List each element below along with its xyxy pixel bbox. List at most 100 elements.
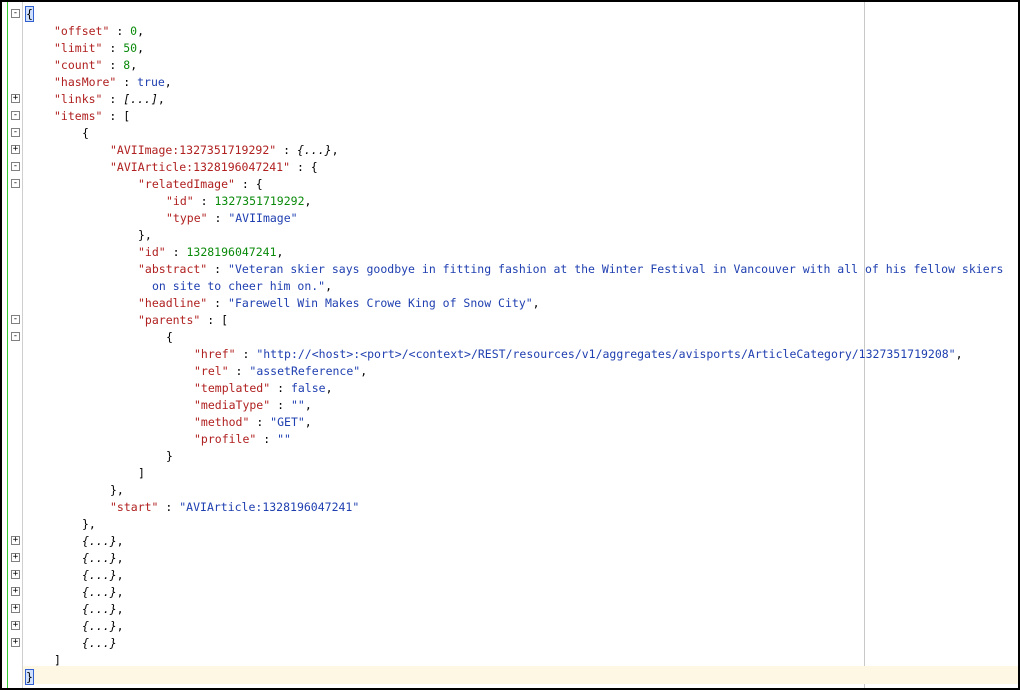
json-string: "AVIArticle:1328196047241"	[179, 500, 360, 514]
code-line[interactable]: "profile" : ""	[2, 431, 1018, 448]
code-line[interactable]: - "relatedImage" : {	[2, 176, 1018, 193]
json-string: on site to cheer him on."	[152, 279, 326, 293]
code-line[interactable]: + {...}	[2, 635, 1018, 652]
code-line[interactable]: "type" : "AVIImage"	[2, 210, 1018, 227]
expand-fold-icon[interactable]: +	[11, 145, 20, 154]
code-text: on site to cheer him on.",	[152, 278, 332, 295]
collapse-fold-icon[interactable]: -	[11, 162, 20, 171]
code-line[interactable]: + {...},	[2, 533, 1018, 550]
code-line[interactable]: -{	[2, 329, 1018, 346]
code-line[interactable]: -{	[2, 125, 1018, 142]
code-line[interactable]: "limit" : 50,	[2, 40, 1018, 57]
collapsed-block[interactable]: [...]	[123, 92, 158, 106]
code-line[interactable]: + {...},	[2, 550, 1018, 567]
code-line[interactable]: + {...},	[2, 567, 1018, 584]
code-line[interactable]: }	[2, 448, 1018, 465]
expand-fold-icon[interactable]: +	[11, 587, 20, 596]
code-text: "abstract" : "Veteran skier says goodbye…	[138, 261, 1003, 278]
code-text: }	[25, 669, 34, 686]
collapse-fold-icon[interactable]: -	[11, 111, 20, 120]
collapsed-block[interactable]: {...}	[82, 568, 117, 582]
json-key: "AVIImage:1327351719292"	[110, 143, 277, 157]
code-line[interactable]: "id" : 1327351719292,	[2, 193, 1018, 210]
code-line[interactable]: },	[2, 516, 1018, 533]
code-text: }	[166, 448, 173, 465]
code-text: {...},	[82, 533, 124, 550]
code-line[interactable]: "start" : "AVIArticle:1328196047241"	[2, 499, 1018, 516]
code-line[interactable]: "hasMore" : true,	[2, 74, 1018, 91]
code-line[interactable]: -{	[2, 6, 1018, 23]
code-line[interactable]: },	[2, 227, 1018, 244]
code-line[interactable]: + {...},	[2, 618, 1018, 635]
json-editor[interactable]: -{"offset" : 0, "limit" : 50, "count" : 8,…	[0, 0, 1020, 690]
collapsed-block[interactable]: {...}	[297, 143, 332, 157]
json-punctuation: ]	[54, 653, 61, 667]
code-text: "items" : [	[54, 108, 130, 125]
json-punctuation: },	[138, 228, 152, 242]
code-line[interactable]: + "links" : [...],	[2, 91, 1018, 108]
expand-fold-icon[interactable]: +	[11, 638, 20, 647]
collapse-fold-icon[interactable]: -	[11, 179, 20, 188]
code-line[interactable]: "offset" : 0,	[2, 23, 1018, 40]
json-punctuation: ,	[304, 415, 312, 429]
code-line[interactable]: + {...},	[2, 584, 1018, 601]
code-text: "offset" : 0,	[54, 23, 144, 40]
collapsed-block[interactable]: {...}	[82, 585, 117, 599]
json-key: "offset"	[54, 24, 110, 38]
code-line[interactable]: "count" : 8,	[2, 57, 1018, 74]
expand-fold-icon[interactable]: +	[11, 604, 20, 613]
code-line[interactable]: "abstract" : "Veteran skier says goodbye…	[2, 261, 1018, 278]
code-line[interactable]: "templated" : false,	[2, 380, 1018, 397]
code-line[interactable]: - "AVIArticle:1328196047241" : {	[2, 159, 1018, 176]
json-punctuation: ,	[955, 347, 963, 361]
expand-fold-icon[interactable]: +	[11, 536, 20, 545]
collapsed-block[interactable]: {...}	[82, 602, 117, 616]
code-line[interactable]: on site to cheer him on.",	[2, 278, 1018, 295]
collapsed-block[interactable]: {...}	[82, 551, 117, 565]
code-line[interactable]: "href" : "http://<host>:<port>/<context>…	[2, 346, 1018, 363]
collapsed-block[interactable]: {...}	[82, 619, 117, 633]
expand-fold-icon[interactable]: +	[11, 553, 20, 562]
json-punctuation: {	[82, 126, 89, 140]
expand-fold-icon[interactable]: +	[11, 621, 20, 630]
expand-fold-icon[interactable]: +	[11, 570, 20, 579]
json-string: ""	[290, 398, 305, 412]
expand-fold-icon[interactable]: +	[11, 94, 20, 103]
json-key: "templated"	[194, 381, 271, 395]
json-literal: false	[290, 381, 326, 395]
code-line[interactable]: + {...},	[2, 601, 1018, 618]
collapse-fold-icon[interactable]: -	[11, 315, 20, 324]
json-punctuation: : [	[200, 313, 229, 327]
code-text: "AVIArticle:1328196047241" : {	[110, 159, 318, 176]
code-line[interactable]: ]	[2, 465, 1018, 482]
code-line[interactable]: "rel" : "assetReference",	[2, 363, 1018, 380]
code-line[interactable]: "headline" : "Farewell Win Makes Crowe K…	[2, 295, 1018, 312]
code-text: "id" : 1328196047241,	[138, 244, 283, 261]
collapse-fold-icon[interactable]: -	[11, 9, 20, 18]
collapsed-block[interactable]: {...}	[82, 636, 117, 650]
json-string: "AVIImage"	[228, 211, 298, 225]
code-line[interactable]: },	[2, 482, 1018, 499]
code-text: ]	[54, 652, 61, 669]
code-line[interactable]: ]	[2, 652, 1018, 669]
json-punctuation: }	[166, 449, 173, 463]
json-string: "Veteran skier says goodbye in fitting f…	[228, 262, 1004, 276]
code-line[interactable]: + "AVIImage:1327351719292" : {...},	[2, 142, 1018, 159]
json-punctuation: ,	[164, 75, 172, 89]
code-line[interactable]: }	[2, 669, 1018, 686]
json-punctuation: ,	[130, 58, 138, 72]
json-string: ""	[277, 432, 291, 446]
json-punctuation: :	[165, 245, 187, 259]
code-line[interactable]: - "items" : [	[2, 108, 1018, 125]
code-text: {...}	[82, 635, 117, 652]
code-line[interactable]: "mediaType" : "",	[2, 397, 1018, 414]
code-line[interactable]: "id" : 1328196047241,	[2, 244, 1018, 261]
json-key: "href"	[194, 347, 236, 361]
json-punctuation: :	[249, 415, 271, 429]
code-line[interactable]: - "parents" : [	[2, 312, 1018, 329]
code-line[interactable]: "method" : "GET",	[2, 414, 1018, 431]
collapse-fold-icon[interactable]: -	[11, 332, 20, 341]
collapse-fold-icon[interactable]: -	[11, 128, 20, 137]
code-text: },	[110, 482, 124, 499]
collapsed-block[interactable]: {...}	[82, 534, 117, 548]
